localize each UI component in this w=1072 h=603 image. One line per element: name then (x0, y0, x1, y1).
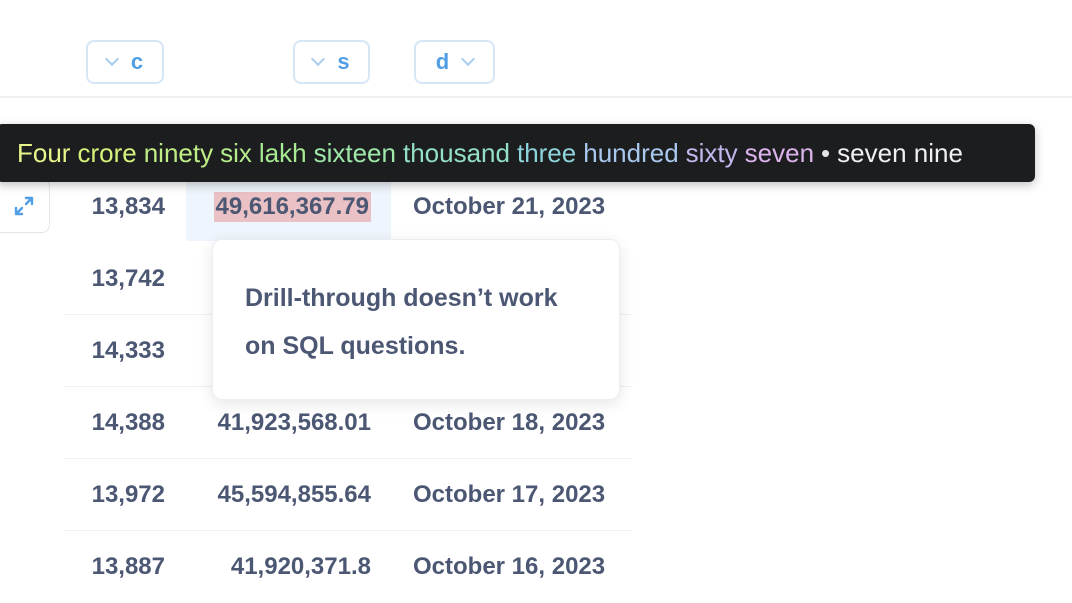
chevron-down-icon (311, 51, 326, 67)
tooltip-word: sixteen (313, 138, 396, 168)
table-cell-c[interactable]: 14,333 (92, 315, 165, 387)
table-cell-c[interactable]: 14,388 (92, 387, 165, 459)
tooltip-word: three (516, 138, 577, 168)
column-header-d[interactable]: d (414, 40, 495, 84)
chevron-down-icon (461, 51, 476, 67)
table-cell-s[interactable]: 45,594,855.64 (218, 459, 371, 531)
tooltip-word: Four (17, 138, 71, 168)
column-header-label: d (435, 49, 450, 74)
table-cell-d[interactable]: October 17, 2023 (413, 459, 605, 531)
tooltip-word: thousand (402, 138, 510, 168)
tooltip-suffix: seven nine (837, 138, 963, 168)
tooltip-separator: • (821, 138, 831, 168)
number-words-tooltip: Four crore ninety six lakh sixteen thousand thr… (0, 124, 1035, 182)
column-header-c[interactable]: c (86, 40, 164, 84)
table-cell-c[interactable]: 13,887 (92, 531, 165, 603)
column-header-label: c (130, 49, 144, 74)
tooltip-word: ninety (143, 138, 214, 168)
table-cell-s[interactable]: 41,920,371.8 (231, 531, 371, 603)
column-header-label: s (337, 49, 350, 74)
header-divider (0, 96, 1072, 98)
popover-message: Drill-through doesn’t work on SQL questi… (245, 284, 558, 360)
chevron-down-icon (104, 51, 119, 67)
table-cell-c[interactable]: 13,972 (92, 459, 165, 531)
tooltip-word: hundred (583, 138, 679, 168)
table-cell-d[interactable]: October 16, 2023 (413, 531, 605, 603)
tooltip-word: six (220, 138, 252, 168)
expand-icon (14, 196, 34, 216)
tooltip-word: sixty (685, 138, 738, 168)
expand-row-button[interactable] (0, 179, 50, 233)
drill-through-popover: Drill-through doesn’t work on SQL questi… (212, 239, 620, 400)
table-row: 13,972 45,594,855.64 October 17, 2023 (64, 459, 631, 531)
tooltip-word: lakh (258, 138, 307, 168)
table-row: 13,887 41,920,371.8 October 16, 2023 (64, 531, 631, 603)
tooltip-word: seven (744, 138, 815, 168)
tooltip-word: crore (77, 138, 137, 168)
column-header-s[interactable]: s (293, 40, 370, 84)
table-cell-c[interactable]: 13,742 (92, 243, 165, 315)
highlighted-value: 49,616,367.79 (213, 192, 371, 222)
